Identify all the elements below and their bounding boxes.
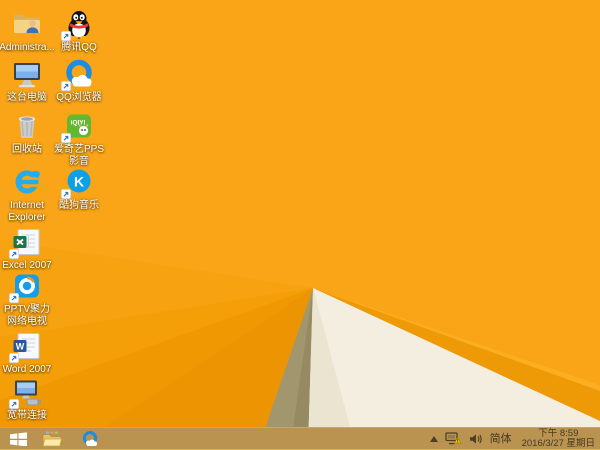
desktop-icon-label: QQ浏览器 (56, 92, 102, 103)
desktop-icon-internet-explorer[interactable]: Internet Explorer (0, 164, 54, 224)
desktop-icon-pptv[interactable]: PPTV聚力 网络电视 (0, 268, 54, 328)
svg-text:iQIYI: iQIYI (71, 120, 86, 127)
speaker-icon (469, 433, 482, 444)
desktop-icon-grid: Administra... 腾讯QQ 这台电脑 QQ浏览器回收站 iQIYI 爱奇艺PPS… (0, 6, 104, 422)
start-button[interactable] (3, 428, 33, 450)
clock-date: 2016/3/27 星期日 (521, 437, 595, 449)
desktop-icon-label: PPTV聚力 网络电视 (3, 304, 51, 327)
svg-text:W: W (16, 342, 25, 352)
shortcut-arrow-icon (61, 133, 71, 143)
file-explorer-icon (42, 431, 62, 447)
desktop-icon-tencent-qq[interactable]: 腾讯QQ (54, 6, 104, 56)
network-warning-icon (444, 432, 462, 445)
pptv-icon (9, 270, 43, 303)
iqiyi-icon: iQIYI (61, 110, 95, 143)
windows-logo-icon (9, 431, 27, 446)
taskbar: 简体 下午 8:59 2016/3/27 星期日 (0, 427, 600, 449)
shortcut-arrow-icon (9, 293, 19, 303)
desktop-icon-qq-browser[interactable]: QQ浏览器 (54, 56, 104, 108)
word-icon: W (9, 330, 43, 363)
desktop-icon-label: 腾讯QQ (61, 42, 97, 53)
recycle-bin-icon (11, 110, 43, 142)
desktop-icon-kugou-music[interactable]: K 酷狗音乐 (54, 164, 104, 224)
file-explorer-taskbar-button[interactable] (37, 428, 67, 450)
shortcut-arrow-icon (9, 353, 19, 363)
desktop-icon-label: 宽带连接 (7, 410, 47, 421)
desktop-icon-label: 这台电脑 (7, 92, 47, 103)
qq-browser-icon (61, 58, 95, 91)
chevron-up-icon (429, 435, 438, 442)
user-folder-icon (11, 8, 43, 40)
excel-icon (9, 226, 43, 259)
desktop-icon-recycle-bin[interactable]: 回收站 (0, 108, 54, 164)
qq-browser-taskbar-button[interactable] (75, 428, 105, 450)
computer-icon (11, 58, 43, 90)
desktop-icon-broadband-connection[interactable]: 宽带连接 (0, 374, 54, 422)
show-hidden-icons-button[interactable] (429, 435, 438, 442)
broadband-icon (9, 376, 43, 409)
taskbar-clock[interactable]: 下午 8:59 2016/3/27 星期日 (519, 427, 595, 449)
shortcut-arrow-icon (61, 81, 71, 91)
desktop-icon-this-pc[interactable]: 这台电脑 (0, 56, 54, 108)
qq-browser-icon (81, 430, 99, 448)
volume-button[interactable] (469, 433, 483, 445)
desktop-icon-word-2007[interactable]: W Word 2007 (0, 328, 54, 375)
desktop-icon-label: Internet Explorer (8, 200, 46, 223)
input-language-indicator[interactable]: 简体 (490, 428, 512, 450)
ie-icon (11, 166, 43, 198)
network-status-button[interactable] (444, 432, 462, 445)
shortcut-arrow-icon (61, 31, 71, 41)
shortcut-arrow-icon (9, 249, 19, 259)
clock-time: 下午 8:59 (538, 427, 579, 439)
desktop-icon-excel-2007[interactable]: Excel 2007 (0, 224, 54, 271)
desktop-icon-label: Administra... (0, 42, 55, 53)
shortcut-arrow-icon (9, 399, 19, 409)
desktop-icon-administrator-folder[interactable]: Administra... (0, 6, 55, 56)
desktop-icon-label: 回收站 (12, 144, 42, 155)
svg-text:K: K (74, 174, 84, 190)
kugou-icon: K (61, 166, 95, 199)
shortcut-arrow-icon (61, 189, 71, 199)
desktop-icon-label: 酷狗音乐 (59, 200, 99, 211)
qq-penguin-icon (61, 8, 95, 41)
system-tray: 简体 下午 8:59 2016/3/27 星期日 (429, 427, 600, 450)
desktop-icon-iqiyi-pps[interactable]: iQIYI 爱奇艺PPS 影音 (54, 108, 104, 167)
